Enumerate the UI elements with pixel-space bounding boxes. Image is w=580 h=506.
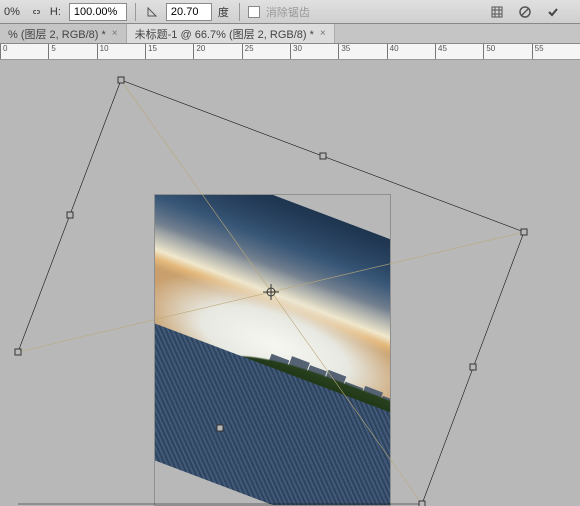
tab-label: % (图层 2, RGB/8) * [8,26,106,42]
close-icon[interactable]: × [112,28,118,39]
ruler-tick: 15 [145,44,157,60]
height-input[interactable] [69,3,127,21]
angle-icon [144,4,160,20]
antialias-checkbox[interactable] [248,6,260,18]
ruler-tick: 40 [387,44,399,60]
ruler-tick: 5 [48,44,55,60]
ruler-tick: 0 [0,44,7,60]
link-icon[interactable] [28,4,44,20]
horizontal-ruler: 051015202530354045505560 [0,44,580,60]
h-label: H: [50,6,63,18]
ruler-tick: 50 [483,44,495,60]
antialias-label: 消除锯齿 [266,4,312,20]
cancel-icon[interactable] [516,3,534,21]
width-prefix: 0% [4,6,22,18]
document-tab[interactable]: % (图层 2, RGB/8) * × [0,24,127,43]
angle-unit: 度 [218,4,231,20]
transform-handle[interactable] [470,364,476,370]
transform-handle[interactable] [15,349,21,355]
ruler-tick: 30 [290,44,302,60]
warp-mode-icon[interactable] [488,3,506,21]
document-tab[interactable]: 未标题-1 @ 66.7% (图层 2, RGB/8) * × [127,24,335,43]
ruler-tick: 45 [435,44,447,60]
photo-content [155,195,390,505]
tab-label: 未标题-1 @ 66.7% (图层 2, RGB/8) * [135,26,314,42]
angle-input[interactable] [166,3,212,21]
transform-handle[interactable] [118,77,124,83]
document-image [155,195,390,505]
ruler-tick: 10 [97,44,109,60]
document-tab-bar: % (图层 2, RGB/8) * × 未标题-1 @ 66.7% (图层 2,… [0,24,580,44]
ruler-tick: 35 [338,44,350,60]
canvas[interactable] [0,60,580,506]
close-icon[interactable]: × [320,28,326,39]
transform-handle[interactable] [67,212,73,218]
transform-handle[interactable] [320,153,326,159]
ruler-tick: 20 [193,44,205,60]
transform-options-bar: 0% H: 度 消除锯齿 [0,0,580,24]
ruler-tick: 55 [532,44,544,60]
transform-handle[interactable] [419,501,425,506]
transform-handle[interactable] [521,229,527,235]
ruler-tick: 25 [242,44,254,60]
commit-icon[interactable] [544,3,562,21]
